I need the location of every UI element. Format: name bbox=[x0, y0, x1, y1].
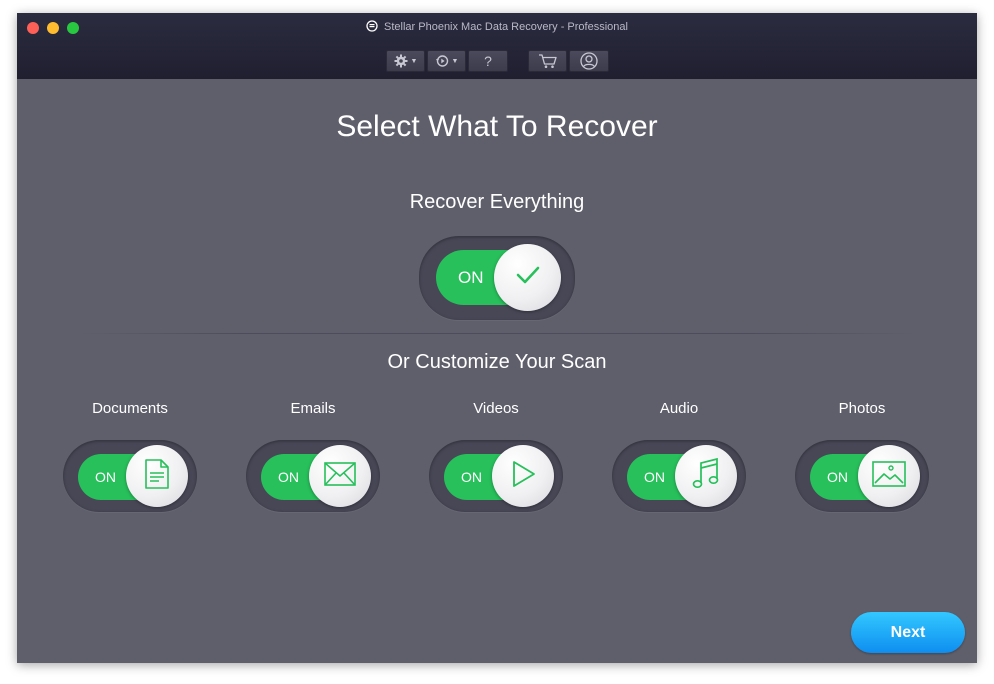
category-label-documents: Documents bbox=[92, 400, 168, 417]
recover-everything-label: Recover Everything bbox=[409, 191, 585, 213]
buy-button[interactable] bbox=[528, 50, 567, 72]
image-icon bbox=[871, 460, 907, 493]
music-note-icon bbox=[691, 457, 721, 496]
toggle-state-label: ON bbox=[95, 469, 116, 485]
emails-toggle[interactable]: ON bbox=[246, 440, 380, 512]
toggle-knob[interactable] bbox=[126, 445, 188, 507]
section-divider bbox=[77, 333, 917, 334]
category-label-photos: Photos bbox=[838, 400, 886, 417]
help-icon: ? bbox=[484, 53, 492, 69]
toolbar: ▼ ▼ ? bbox=[17, 50, 977, 72]
settings-button[interactable]: ▼ bbox=[386, 50, 425, 72]
gear-icon bbox=[394, 54, 408, 68]
chevron-down-icon: ▼ bbox=[451, 57, 459, 65]
window-title: Stellar Phoenix Mac Data Recovery - Prof… bbox=[384, 21, 628, 33]
toggle-knob[interactable] bbox=[492, 445, 554, 507]
toggle-knob[interactable] bbox=[675, 445, 737, 507]
category-label-emails: Emails bbox=[290, 400, 336, 417]
history-icon bbox=[435, 54, 449, 68]
app-logo-icon bbox=[366, 20, 378, 32]
next-button[interactable]: Next bbox=[851, 612, 965, 653]
photos-toggle[interactable]: ON bbox=[795, 440, 929, 512]
history-button[interactable]: ▼ bbox=[427, 50, 466, 72]
category-label-audio: Audio bbox=[659, 400, 699, 417]
document-icon bbox=[143, 458, 171, 495]
category-label-videos: Videos bbox=[473, 400, 519, 417]
user-icon bbox=[580, 52, 598, 70]
audio-toggle[interactable]: ON bbox=[612, 440, 746, 512]
title-bar: Stellar Phoenix Mac Data Recovery - Prof… bbox=[17, 13, 977, 79]
chevron-down-icon: ▼ bbox=[410, 57, 418, 65]
page-title: Select What To Recover bbox=[336, 110, 658, 143]
play-icon bbox=[509, 459, 537, 494]
help-button[interactable]: ? bbox=[468, 50, 508, 72]
toggle-knob[interactable] bbox=[858, 445, 920, 507]
toggle-state-label: ON bbox=[278, 469, 299, 485]
checkmark-icon bbox=[515, 264, 541, 291]
cart-icon bbox=[538, 53, 558, 69]
account-button[interactable] bbox=[569, 50, 609, 72]
videos-toggle[interactable]: ON bbox=[429, 440, 563, 512]
toggle-state-label: ON bbox=[458, 268, 484, 287]
toggle-state-label: ON bbox=[827, 469, 848, 485]
toggle-state-label: ON bbox=[461, 469, 482, 485]
customize-scan-heading: Or Customize Your Scan bbox=[387, 351, 607, 373]
recover-everything-toggle[interactable]: ON bbox=[419, 236, 575, 320]
documents-toggle[interactable]: ON bbox=[63, 440, 197, 512]
window-title-area: Stellar Phoenix Mac Data Recovery - Prof… bbox=[17, 20, 977, 33]
envelope-icon bbox=[323, 461, 357, 492]
app-window: Stellar Phoenix Mac Data Recovery - Prof… bbox=[17, 13, 977, 663]
toggle-knob[interactable] bbox=[309, 445, 371, 507]
toggle-knob[interactable] bbox=[494, 244, 561, 311]
toggle-state-label: ON bbox=[644, 469, 665, 485]
